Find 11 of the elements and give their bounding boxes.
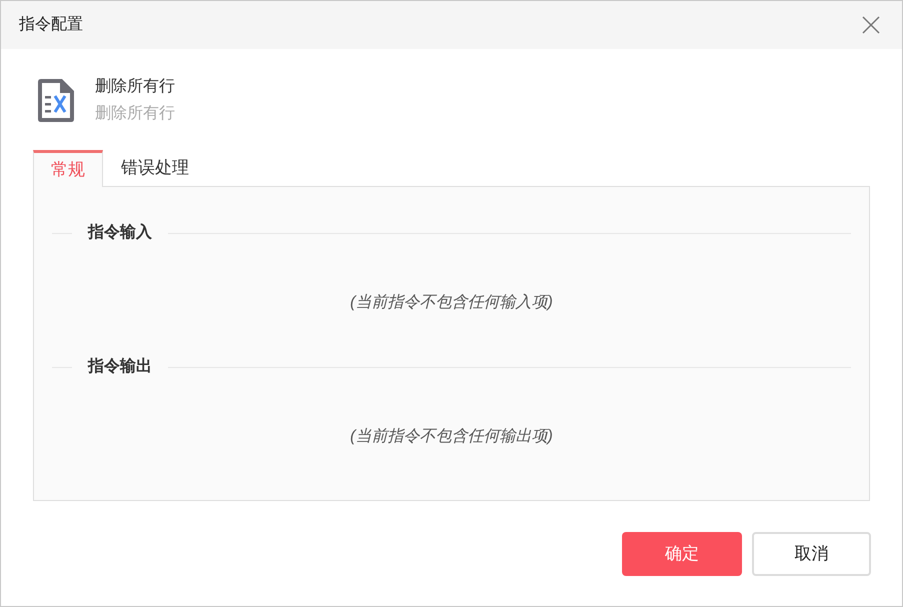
section-title: 指令输出 (86, 356, 153, 377)
section-title: 指令输入 (86, 222, 153, 243)
close-icon (862, 16, 880, 34)
close-button[interactable] (862, 16, 880, 34)
empty-message: (当前指令不包含任何输出项) (350, 426, 553, 447)
command-name: 删除所有行 (95, 77, 175, 97)
command-description: 删除所有行 (95, 104, 175, 124)
empty-message: (当前指令不包含任何输入项) (350, 292, 553, 313)
window-title: 指令配置 (19, 15, 83, 35)
document-icon (38, 78, 75, 122)
cancel-button[interactable]: 取消 (752, 532, 871, 576)
